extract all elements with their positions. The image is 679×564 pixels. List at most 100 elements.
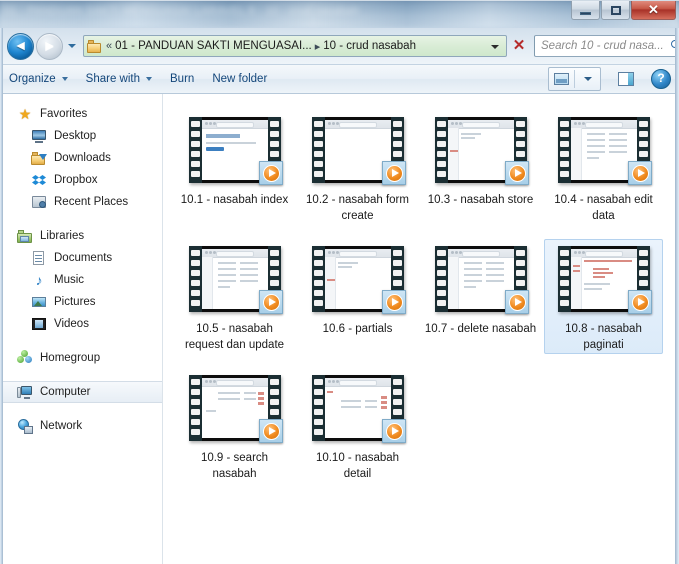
file-name-label: 10.3 - nasabah store xyxy=(427,194,534,206)
video-thumbnail[interactable] xyxy=(311,246,406,314)
star-icon: ★ xyxy=(18,106,32,122)
breadcrumb-item-0[interactable]: 01 - PANDUAN SAKTI MENGUASAI... xyxy=(115,40,312,52)
back-button[interactable]: ◄ xyxy=(7,32,34,60)
forward-button[interactable]: ► xyxy=(36,32,63,60)
sidebar-item-recent-places[interactable]: Recent Places xyxy=(0,191,162,213)
computer-icon xyxy=(17,384,33,400)
file-tile[interactable]: 10.2 - nasabah form create xyxy=(298,110,417,225)
play-overlay-icon xyxy=(504,161,529,185)
sidebar-item-homegroup[interactable]: Homegroup xyxy=(0,347,162,369)
change-view-button[interactable] xyxy=(549,69,574,89)
show-preview-pane-button[interactable] xyxy=(615,69,637,89)
caption-buttons: ✕ xyxy=(570,1,676,23)
title-bar[interactable]: 01 - PANDUAN SAKTI MENGUASAI LARAVEL 8 -… xyxy=(0,0,679,28)
file-tile[interactable]: 10.9 - search nasabah xyxy=(175,368,294,483)
breadcrumb-item-1[interactable]: 10 - crud nasabah xyxy=(323,40,416,52)
forward-arrow-icon: ► xyxy=(42,36,57,53)
sidebar-item-pictures[interactable]: Pictures xyxy=(0,291,162,313)
change-view-dropdown-button[interactable] xyxy=(575,69,600,89)
play-overlay-icon xyxy=(258,290,283,314)
play-overlay-icon xyxy=(381,419,406,443)
file-tile[interactable]: 10.7 - delete nasabah xyxy=(421,239,540,354)
search-input[interactable]: Search 10 - crud nasa... xyxy=(534,35,679,57)
video-thumbnail[interactable] xyxy=(188,246,283,314)
folder-icon xyxy=(87,39,103,53)
sidebar-item-dropbox[interactable]: Dropbox xyxy=(0,169,162,191)
close-button[interactable]: ✕ xyxy=(631,1,676,20)
play-overlay-icon xyxy=(381,290,406,314)
file-tile[interactable]: 10.1 - nasabah index xyxy=(175,110,294,225)
sidebar-item-computer[interactable]: Computer xyxy=(0,381,162,403)
sidebar-item-desktop[interactable]: Desktop xyxy=(0,125,162,147)
play-overlay-icon xyxy=(627,161,652,185)
sidebar-item-label: Pictures xyxy=(54,296,96,308)
toolbar-organize-button[interactable]: Organize xyxy=(0,68,77,90)
toolbar-organize-label: Organize xyxy=(9,73,56,85)
sidebar-item-label: Desktop xyxy=(54,130,97,142)
address-bar[interactable]: « 01 - PANDUAN SAKTI MENGUASAI... ▸ 10 -… xyxy=(83,35,507,57)
video-thumbnail[interactable] xyxy=(188,375,283,443)
toolbar-share-with-button[interactable]: Share with xyxy=(77,68,161,90)
video-thumbnail[interactable] xyxy=(188,117,283,185)
toolbar-right-group: ? xyxy=(548,67,679,91)
address-bar-row: ◄ ► « 01 - PANDUAN SAKTI MENGUASAI... ▸ … xyxy=(0,28,679,64)
sidebar-item-label: Videos xyxy=(54,318,89,330)
toolbar-burn-button[interactable]: Burn xyxy=(161,68,203,90)
sidebar-item-videos[interactable]: Videos xyxy=(0,313,162,335)
file-name-label: 10.9 - search nasabah xyxy=(200,452,269,480)
filmstrip-left xyxy=(188,375,202,441)
stop-button[interactable]: ✕ xyxy=(508,35,530,57)
file-tile[interactable]: 10.3 - nasabah store xyxy=(421,110,540,225)
sidebar-item-music[interactable]: ♪ Music xyxy=(0,269,162,291)
file-name-label: 10.5 - nasabah request dan update xyxy=(184,323,285,351)
play-overlay-icon xyxy=(381,161,406,185)
file-grid: 10.1 - nasabah index 10.2 - nasabah form… xyxy=(173,110,679,497)
video-thumbnail[interactable] xyxy=(434,117,529,185)
filmstrip-left xyxy=(188,246,202,312)
sidebar-item-downloads[interactable]: Downloads xyxy=(0,147,162,169)
help-button[interactable]: ? xyxy=(651,69,671,89)
maximize-button[interactable] xyxy=(601,1,630,20)
sidebar-group-label: Network xyxy=(40,420,83,432)
view-options-group xyxy=(548,67,601,91)
video-thumbnail[interactable] xyxy=(311,375,406,443)
back-arrow-icon: ◄ xyxy=(13,36,28,53)
address-history-dropdown-icon[interactable] xyxy=(488,36,502,56)
window-right-border xyxy=(675,28,679,564)
sidebar-group-label: Favorites xyxy=(40,108,88,120)
desktop-icon xyxy=(31,128,47,144)
sidebar-group-label: Libraries xyxy=(40,230,85,242)
file-name-label: 10.2 - nasabah form create xyxy=(306,194,409,222)
video-thumbnail[interactable] xyxy=(557,117,652,185)
recent-places-icon xyxy=(31,194,47,210)
file-tile[interactable]: 10.6 - partials xyxy=(298,239,417,354)
video-thumbnail[interactable] xyxy=(434,246,529,314)
video-thumbnail[interactable] xyxy=(311,117,406,185)
sidebar-group-libraries[interactable]: Libraries xyxy=(0,225,162,247)
toolbar-share-with-label: Share with xyxy=(85,73,141,85)
file-tile[interactable]: 10.8 - nasabah paginati xyxy=(544,239,663,354)
breadcrumb-overflow-icon[interactable]: « xyxy=(103,40,115,52)
dropbox-icon xyxy=(31,172,47,188)
minimize-button[interactable] xyxy=(571,1,600,20)
file-tile[interactable]: 10.5 - nasabah request dan update xyxy=(175,239,294,354)
file-list-pane[interactable]: 10.1 - nasabah index 10.2 - nasabah form… xyxy=(163,94,679,564)
sidebar-item-network[interactable]: Network xyxy=(0,415,162,437)
sidebar-item-label: Dropbox xyxy=(54,174,98,186)
breadcrumb-separator-icon[interactable]: ▸ xyxy=(312,40,324,53)
sidebar-group-favorites[interactable]: ★ Favorites xyxy=(0,103,162,125)
file-tile[interactable]: 10.4 - nasabah edit data xyxy=(544,110,663,225)
file-tile[interactable]: 10.10 - nasabah detail xyxy=(298,368,417,483)
file-name-label: 10.10 - nasabah detail xyxy=(315,452,400,480)
toolbar-new-folder-button[interactable]: New folder xyxy=(203,68,276,90)
video-thumbnail[interactable] xyxy=(557,246,652,314)
homegroup-icon xyxy=(17,350,33,366)
recent-pages-dropdown-icon[interactable] xyxy=(65,35,80,57)
sidebar-item-documents[interactable]: Documents xyxy=(0,247,162,269)
play-overlay-icon xyxy=(258,161,283,185)
window-left-border xyxy=(0,28,3,564)
play-overlay-icon xyxy=(627,290,652,314)
